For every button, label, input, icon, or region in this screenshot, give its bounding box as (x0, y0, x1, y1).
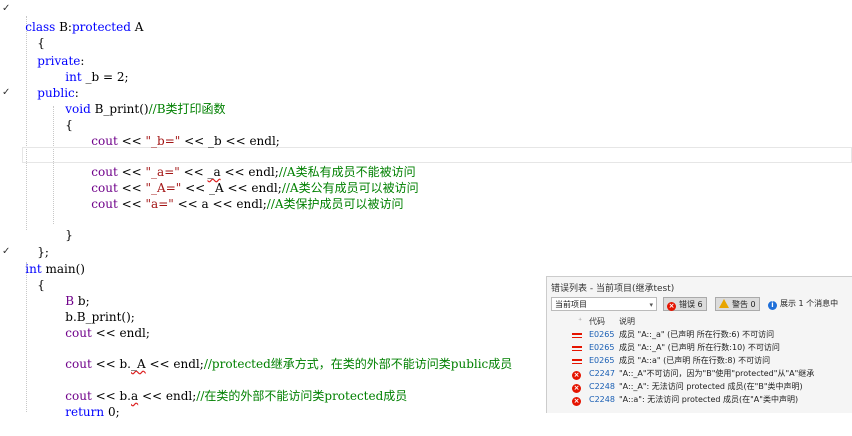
error-icon: × (572, 384, 581, 393)
code-text: } (65, 228, 73, 242)
code-text: << (117, 197, 146, 211)
code-text: A (130, 20, 144, 34)
error-code: E0265 (589, 343, 615, 352)
keyword: return (65, 405, 105, 419)
error-description: 成员 "A::_a" (已声明 所在行数:6) 不可访问 (619, 330, 775, 339)
code-line[interactable]: }; (22, 228, 49, 259)
identifier: cout (91, 197, 118, 211)
error-squiggle[interactable]: _A (131, 357, 146, 371)
code-line[interactable]: cout << b.a << endl;//在类的外部不能访问类protecte… (50, 372, 407, 403)
code-text: << _b << endl; (180, 134, 280, 148)
code-text: { (37, 278, 45, 292)
error-row[interactable]: E0265 成员 "A::_A" (已声明 所在行数:10) 不可访问 (547, 342, 852, 354)
code-line[interactable]: return 0; (50, 388, 119, 419)
code-text: 0; (104, 405, 120, 419)
identifier: cout (65, 326, 92, 340)
error-row[interactable]: × C2248 "A::_A": 无法访问 protected 成员(在"B"类… (547, 381, 852, 393)
error-code: C2248 (589, 395, 615, 404)
code-line[interactable]: cout << "_b=" << _b << endl; (76, 117, 280, 148)
error-code: E0265 (589, 330, 615, 339)
error-row[interactable]: × C2247 "A::_A"不可访问，因为"B"使用"protected"从"… (547, 368, 852, 380)
code-line[interactable]: cout << "_a=" << _a << endl;//A类私有成员不能被访… (76, 148, 415, 179)
string-literal: "a=" (145, 197, 174, 211)
error-list-toolbar: 当前项目 ▾ × 错误 6 警告 0 i 展示 1 个消息中 (551, 297, 852, 313)
warnings-count: 警告 0 (732, 300, 756, 309)
identifier: cout (91, 134, 118, 148)
error-description: 成员 "A::a" (已声明 所在行数:8) 不可访问 (619, 356, 771, 365)
code-line[interactable]: cout << "_A=" << _A << endl;//A类公有成员可以被访… (76, 164, 418, 195)
comment: //B类打印函数 (148, 102, 226, 116)
code-line[interactable]: cout << "a=" << a << endl;//A类保护成员可以被访问 (76, 180, 403, 211)
column-header-code[interactable]: 代码 (589, 316, 605, 327)
code-text: << b. (91, 357, 131, 371)
intellisense-error-icon (572, 356, 582, 368)
error-icon: × (572, 397, 581, 406)
column-header-description[interactable]: 说明 (619, 316, 635, 327)
code-text: << endl; (138, 389, 197, 403)
chevron-down-icon: ▾ (649, 301, 653, 309)
error-description: "A::_A": 无法访问 protected 成员(在"B"类中声明) (619, 382, 803, 391)
error-row[interactable]: × C2248 "A::a": 无法访问 protected 成员(在"A"类中… (547, 394, 852, 406)
code-line[interactable]: { (50, 101, 73, 132)
code-text: << a << endl; (173, 197, 267, 211)
comment: //在类的外部不能访问类protected成员 (196, 389, 408, 403)
comment: //protected继承方式，在类的外部不能访问类public成员 (203, 357, 513, 371)
error-row[interactable]: E0265 成员 "A::_a" (已声明 所在行数:6) 不可访问 (547, 329, 852, 341)
code-text: << endl; (91, 326, 150, 340)
error-code: C2248 (589, 382, 615, 391)
warnings-filter-button[interactable]: 警告 0 (715, 297, 760, 311)
code-line[interactable]: } (50, 211, 73, 242)
fold-collapse-icon[interactable]: ✓ (2, 87, 10, 98)
code-line[interactable]: int _b = 2; (50, 53, 128, 84)
scope-label: 当前项目 (555, 300, 587, 309)
error-icon: × (572, 371, 581, 380)
code-text: { (65, 118, 73, 132)
error-list-title: 错误列表 - 当前项目(继承test) (551, 284, 675, 294)
messages-filter-button[interactable]: i 展示 1 个消息中 (765, 297, 841, 311)
code-line[interactable]: { (22, 261, 45, 292)
code-line[interactable]: void B_print()//B类打印函数 (50, 85, 225, 116)
scope-dropdown[interactable]: 当前项目 ▾ (551, 297, 657, 311)
sort-icon[interactable]: ⁺ (578, 316, 582, 325)
code-line[interactable]: class B:protected A (10, 3, 143, 34)
code-line[interactable]: { (22, 19, 45, 50)
code-line[interactable]: cout << b._A << endl;//protected继承方式，在类的… (50, 340, 512, 371)
messages-count: 展示 1 个消息中 (780, 299, 839, 308)
errors-count: 错误 6 (679, 300, 703, 309)
warning-icon (719, 299, 729, 308)
code-line[interactable]: B b; (50, 277, 89, 308)
error-code: E0265 (589, 356, 615, 365)
code-text: main() (41, 262, 85, 276)
errors-filter-button[interactable]: × 错误 6 (663, 297, 707, 311)
code-line[interactable]: cout << endl; (50, 309, 150, 340)
string-literal: "_b=" (145, 134, 181, 148)
error-description: "A::_A"不可访问，因为"B"使用"protected"从"A"继承 (619, 369, 815, 378)
code-text: B: (55, 20, 72, 34)
error-icon: × (667, 302, 676, 311)
code-line[interactable]: private: (22, 37, 84, 68)
intellisense-error-icon (572, 330, 582, 342)
intellisense-error-icon (572, 343, 582, 355)
code-text: << (117, 134, 146, 148)
code-line[interactable]: b.B_print(); (50, 293, 135, 324)
code-text: << endl; (145, 357, 204, 371)
error-description: "A::a": 无法访问 protected 成员(在"A"类中声明) (619, 395, 799, 404)
comment: //A类保护成员可以被访问 (266, 197, 404, 211)
identifier: cout (65, 357, 92, 371)
code-line[interactable]: int main() (10, 245, 85, 276)
code-text: B_print() (90, 102, 149, 116)
error-code: C2247 (589, 369, 615, 378)
error-list-panel: 错误列表 - 当前项目(继承test) 当前项目 ▾ × 错误 6 警告 0 i展… (546, 276, 852, 413)
error-list-header: ⁺ 代码 说明 (547, 316, 852, 328)
error-row[interactable]: E0265 成员 "A::a" (已声明 所在行数:8) 不可访问 (547, 355, 852, 367)
keyword: protected (71, 20, 131, 34)
code-line[interactable]: public: (22, 69, 79, 100)
error-description: 成员 "A::_A" (已声明 所在行数:10) 不可访问 (619, 343, 780, 352)
info-icon: i (768, 301, 777, 310)
code-text: _b = 2; (81, 70, 129, 84)
